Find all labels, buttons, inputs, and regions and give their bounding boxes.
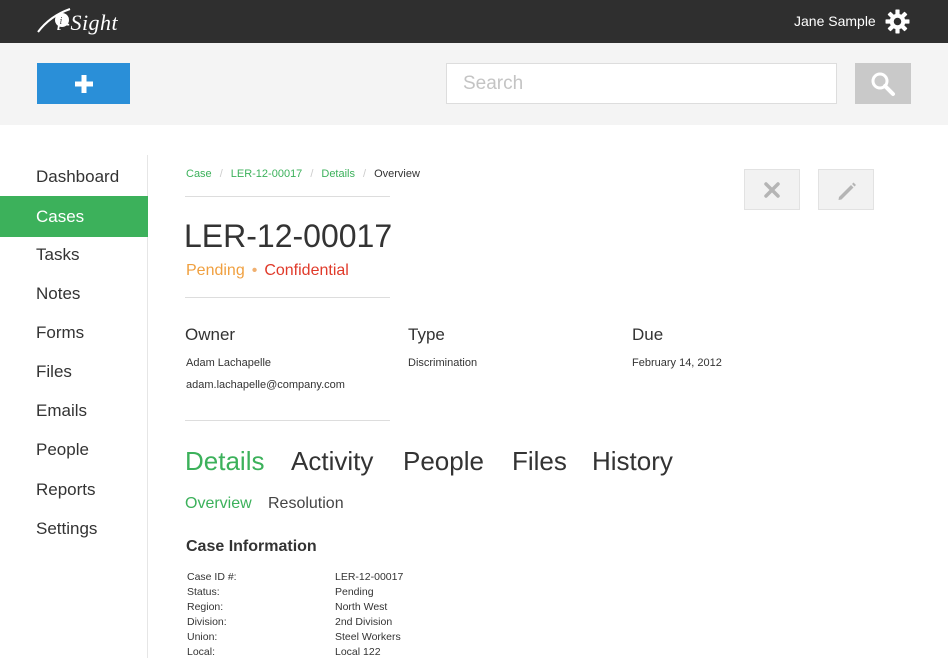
user-name[interactable]: Jane Sample — [794, 13, 876, 29]
status-badge: Pending — [186, 262, 245, 279]
divider — [185, 196, 390, 197]
breadcrumb-separator: / — [363, 168, 367, 180]
magnifier-icon — [871, 72, 895, 96]
sidebar: Dashboard Cases Tasks Notes Forms Files … — [0, 155, 148, 658]
info-value: Pending — [335, 586, 374, 598]
info-key: Region: — [187, 601, 224, 613]
case-information-table: Case ID #: LER-12-00017 Status: Pending … — [187, 571, 487, 658]
info-key: Union: — [187, 631, 218, 643]
tab-history[interactable]: History — [592, 446, 673, 477]
info-row: Status: Pending — [187, 586, 487, 601]
breadcrumb-case[interactable]: Case — [186, 168, 212, 180]
classification-badge: Confidential — [264, 262, 349, 279]
breadcrumb: Case / LER-12-00017 / Details / Overview — [186, 168, 420, 180]
tab-activity[interactable]: Activity — [291, 446, 373, 477]
tab-files[interactable]: Files — [512, 446, 567, 477]
info-value: North West — [335, 601, 388, 613]
gear-icon[interactable] — [885, 9, 910, 34]
owner-name[interactable]: Adam Lachapelle — [186, 357, 271, 369]
breadcrumb-separator: / — [310, 168, 314, 180]
sidebar-item-emails[interactable]: Emails — [0, 390, 148, 431]
type-value: Discrimination — [408, 357, 478, 369]
search-input[interactable] — [446, 63, 837, 104]
sidebar-item-settings[interactable]: Settings — [0, 508, 148, 549]
info-value: LER-12-00017 — [335, 571, 404, 583]
x-icon — [764, 181, 780, 198]
breadcrumb-current: Overview — [374, 168, 420, 180]
add-button[interactable] — [37, 63, 130, 104]
subtab-resolution[interactable]: Resolution — [268, 495, 344, 513]
divider — [185, 420, 390, 421]
info-key: Division: — [187, 616, 227, 628]
case-title: LER-12-00017 — [184, 218, 393, 254]
owner-email[interactable]: adam.lachapelle@company.com — [186, 379, 345, 391]
app-logo[interactable]: i i-Sight — [36, 6, 146, 36]
plus-icon — [74, 74, 93, 93]
sidebar-item-notes[interactable]: Notes — [0, 273, 148, 314]
tab-details[interactable]: Details — [185, 446, 264, 477]
close-button[interactable] — [744, 169, 800, 210]
owner-label: Owner — [185, 325, 236, 344]
divider — [185, 297, 390, 298]
sidebar-item-dashboard[interactable]: Dashboard — [0, 156, 148, 197]
sidebar-item-tasks[interactable]: Tasks — [0, 234, 148, 275]
info-value: Steel Workers — [335, 631, 401, 643]
toolbar — [0, 43, 948, 125]
edit-button[interactable] — [818, 169, 874, 210]
info-key: Local: — [187, 646, 216, 658]
info-value: 2nd Division — [335, 616, 393, 628]
info-row: Region: North West — [187, 601, 487, 616]
breadcrumb-case-id[interactable]: LER-12-00017 — [231, 168, 303, 180]
info-value: Local 122 — [335, 646, 381, 658]
info-row: Case ID #: LER-12-00017 — [187, 571, 487, 586]
pencil-icon — [838, 182, 856, 200]
info-key: Status: — [187, 586, 220, 598]
sidebar-item-cases[interactable]: Cases — [0, 196, 148, 237]
due-label: Due — [632, 325, 664, 344]
subtab-overview[interactable]: Overview — [185, 495, 252, 513]
breadcrumb-separator: / — [219, 168, 223, 180]
sidebar-item-reports[interactable]: Reports — [0, 469, 148, 510]
search-button[interactable] — [855, 63, 911, 104]
top-bar: i i-Sight Jane Sample — [0, 0, 948, 43]
sidebar-item-people[interactable]: People — [0, 429, 148, 470]
info-key: Case ID #: — [187, 571, 237, 583]
info-row: Local: Local 122 — [187, 646, 487, 658]
status-separator: • — [251, 262, 258, 279]
logo-text: i-Sight — [56, 10, 119, 35]
info-row: Division: 2nd Division — [187, 616, 487, 631]
case-status-line: Pending • Confidential — [186, 262, 349, 280]
case-information-title: Case Information — [186, 538, 317, 555]
breadcrumb-details[interactable]: Details — [321, 168, 355, 180]
info-row: Union: Steel Workers — [187, 631, 487, 646]
sidebar-item-files[interactable]: Files — [0, 351, 148, 392]
tab-people[interactable]: People — [403, 446, 484, 477]
type-label: Type — [408, 325, 445, 344]
sidebar-item-forms[interactable]: Forms — [0, 312, 148, 353]
due-value: February 14, 2012 — [632, 357, 722, 369]
